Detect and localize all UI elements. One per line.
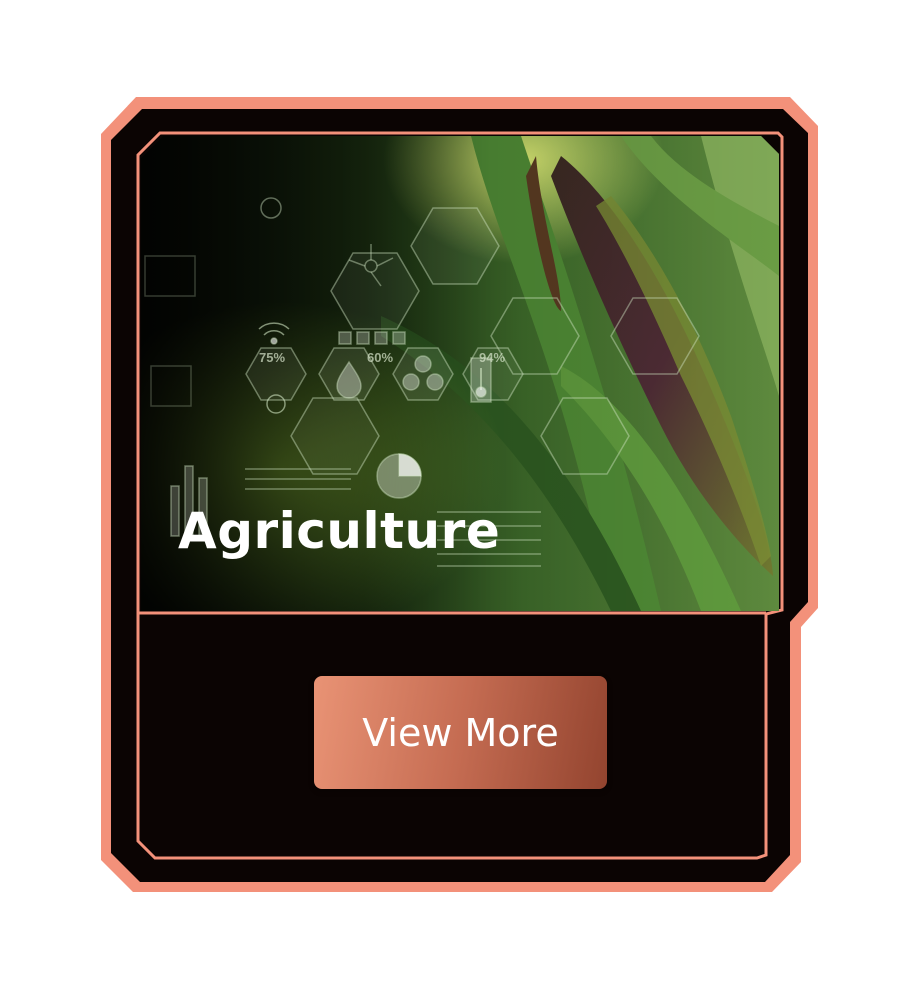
card-title: Agriculture (178, 502, 501, 560)
view-more-button[interactable]: View More (314, 676, 607, 789)
svg-text:75%: 75% (259, 350, 285, 365)
svg-text:60%: 60% (367, 350, 393, 365)
svg-text:94%: 94% (479, 350, 505, 365)
